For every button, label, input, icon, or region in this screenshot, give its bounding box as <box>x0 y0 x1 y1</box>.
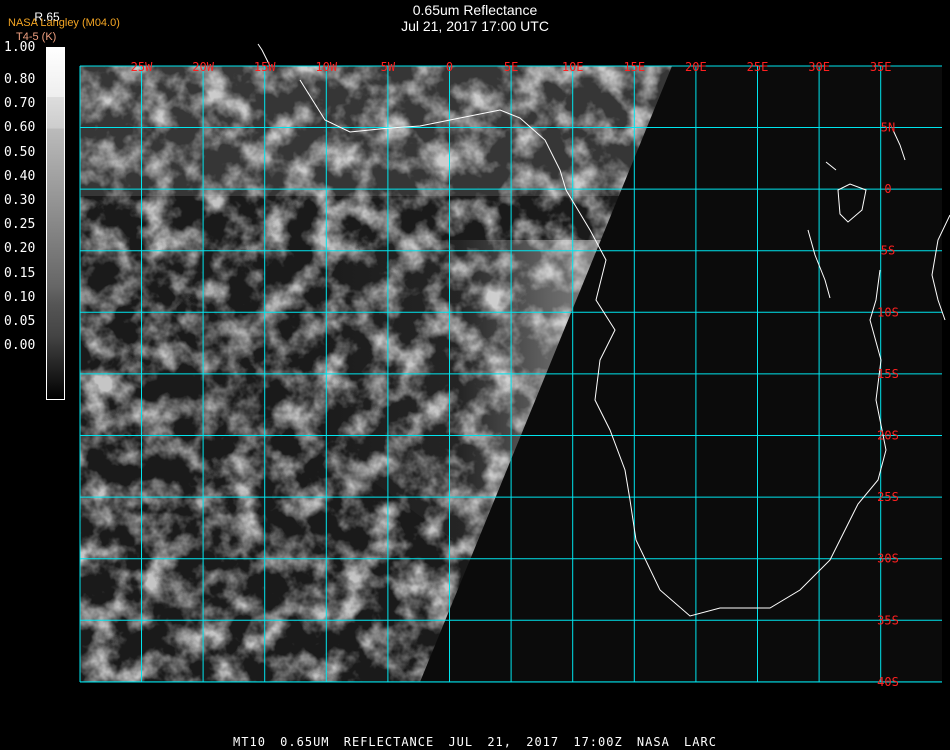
latitude-label: 30S <box>877 552 899 566</box>
longitude-label: 25W <box>131 60 153 74</box>
latitude-label: 15S <box>877 367 899 381</box>
latitude-label: 25S <box>877 490 899 504</box>
longitude-label: 35E <box>870 60 892 74</box>
latitude-label: 35S <box>877 613 899 627</box>
longitude-label: 10E <box>562 60 584 74</box>
longitude-label: 0 <box>446 60 453 74</box>
longitude-label: 30E <box>808 60 830 74</box>
longitude-label: 5E <box>504 60 518 74</box>
latitude-label: 5S <box>881 244 895 258</box>
footer-caption: MT10 0.65UM REFLECTANCE JUL 21, 2017 17:… <box>233 735 717 749</box>
latitude-label: 10S <box>877 305 899 319</box>
longitude-label: 15E <box>623 60 645 74</box>
latitude-label: 40S <box>877 675 899 689</box>
latitude-label: 5N <box>881 121 895 135</box>
latitude-label: 20S <box>877 429 899 443</box>
longitude-label: 15W <box>254 60 276 74</box>
satellite-map: 25W 20W 15W 10W 5W 0 5E 10E 15E 20E 25E 30E 35E 5N 0 5… <box>79 43 950 689</box>
longitude-label: 5W <box>381 60 396 74</box>
longitude-label: 10W <box>315 60 337 74</box>
latitude-label: 0 <box>884 182 891 196</box>
longitude-label: 25E <box>747 60 769 74</box>
longitude-label: 20W <box>192 60 214 74</box>
longitude-label: 20E <box>685 60 707 74</box>
